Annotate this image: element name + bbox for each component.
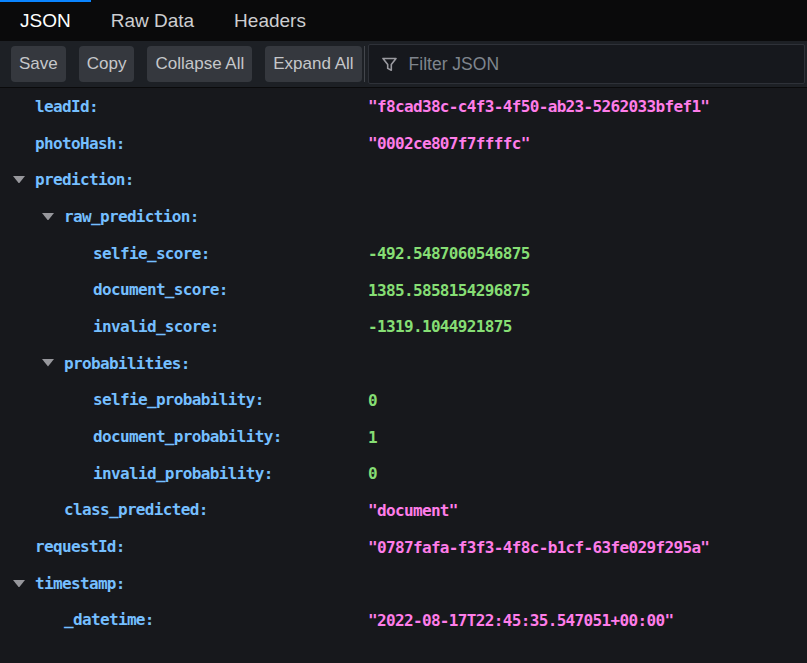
json-value: "document": [368, 500, 458, 519]
tab-bar: JSONRaw DataHeaders: [0, 0, 807, 41]
json-key: selfie_score:: [93, 244, 210, 263]
json-row-requestId: requestId: "0787fafa-f3f3-4f8c-b1cf-63fe0…: [0, 528, 807, 565]
json-value: "2022-08-17T22:45:35.547051+00:00": [368, 610, 673, 629]
json-row-document_score: document_score: 1385.5858154296875: [0, 271, 807, 308]
collapse-arrow-icon[interactable]: [41, 213, 64, 221]
json-key: document_score:: [93, 280, 228, 299]
json-tree: leadId: "f8cad38c-c4f3-4f50-ab23-5262033b…: [0, 88, 807, 638]
json-value: -1319.1044921875: [368, 317, 512, 336]
json-key: invalid_score:: [93, 317, 219, 336]
json-row-selfie_probability: selfie_probability: 0: [0, 382, 807, 419]
copy-button[interactable]: Copy: [79, 46, 135, 82]
json-row-prediction: prediction:: [0, 161, 807, 198]
collapse-all-button[interactable]: Collapse All: [147, 46, 252, 82]
json-key: _datetime:: [64, 610, 154, 629]
json-key: invalid_probability:: [93, 464, 273, 483]
json-value: 1: [368, 427, 377, 446]
json-value: "0002ce807f7ffffc": [368, 134, 530, 153]
tab-raw-data[interactable]: Raw Data: [91, 0, 214, 41]
json-row-leadId: leadId: "f8cad38c-c4f3-4f50-ab23-5262033b…: [0, 88, 807, 125]
filter-json-input[interactable]: Filter JSON: [368, 44, 805, 84]
json-key: selfie_probability:: [93, 390, 264, 409]
collapse-arrow-icon[interactable]: [12, 176, 35, 184]
json-row-photoHash: photoHash: "0002ce807f7ffffc": [0, 125, 807, 162]
json-row-raw_prediction: raw_prediction:: [0, 198, 807, 235]
json-value: -492.5487060546875: [368, 244, 530, 263]
json-row-invalid_probability: invalid_probability: 0: [0, 455, 807, 492]
json-key: requestId:: [35, 537, 125, 556]
tab-json[interactable]: JSON: [0, 0, 91, 41]
toolbar-separator: [364, 46, 365, 82]
json-key: raw_prediction:: [64, 207, 199, 226]
toolbar-buttons: Save Copy Collapse All Expand All: [11, 46, 375, 82]
json-key: class_predicted:: [64, 500, 208, 519]
json-key: photoHash:: [35, 134, 125, 153]
json-row-selfie_score: selfie_score: -492.5487060546875: [0, 235, 807, 272]
json-value: 1385.5858154296875: [368, 280, 530, 299]
json-row-class_predicted: class_predicted: "document": [0, 492, 807, 529]
filter-placeholder: Filter JSON: [409, 54, 499, 75]
funnel-icon: [382, 57, 397, 72]
json-value: "0787fafa-f3f3-4f8c-b1cf-63fe029f295a": [368, 537, 709, 556]
json-key: probabilities:: [64, 354, 190, 373]
json-row-invalid_score: invalid_score: -1319.1044921875: [0, 308, 807, 345]
json-row-document_probability: document_probability: 1: [0, 418, 807, 455]
collapse-arrow-icon[interactable]: [12, 580, 35, 588]
expand-all-button[interactable]: Expand All: [265, 46, 361, 82]
tab-headers[interactable]: Headers: [214, 0, 326, 41]
toolbar: Save Copy Collapse All Expand All Filter JS…: [0, 41, 807, 88]
json-value: 0: [368, 390, 377, 409]
json-value: "f8cad38c-c4f3-4f50-ab23-5262033bfef1": [368, 97, 709, 116]
json-key: timestamp:: [35, 574, 125, 593]
json-row-timestamp: timestamp:: [0, 565, 807, 602]
json-key: document_probability:: [93, 427, 282, 446]
json-row-_datetime: _datetime: "2022-08-17T22:45:35.547051+00…: [0, 602, 807, 639]
json-value: 0: [368, 464, 377, 483]
save-button[interactable]: Save: [11, 46, 66, 82]
json-row-probabilities: probabilities:: [0, 345, 807, 382]
collapse-arrow-icon[interactable]: [41, 359, 64, 367]
json-key: prediction:: [35, 170, 134, 189]
json-key: leadId:: [35, 97, 98, 116]
json-viewer: JSONRaw DataHeaders Save Copy Collapse All…: [0, 0, 807, 638]
